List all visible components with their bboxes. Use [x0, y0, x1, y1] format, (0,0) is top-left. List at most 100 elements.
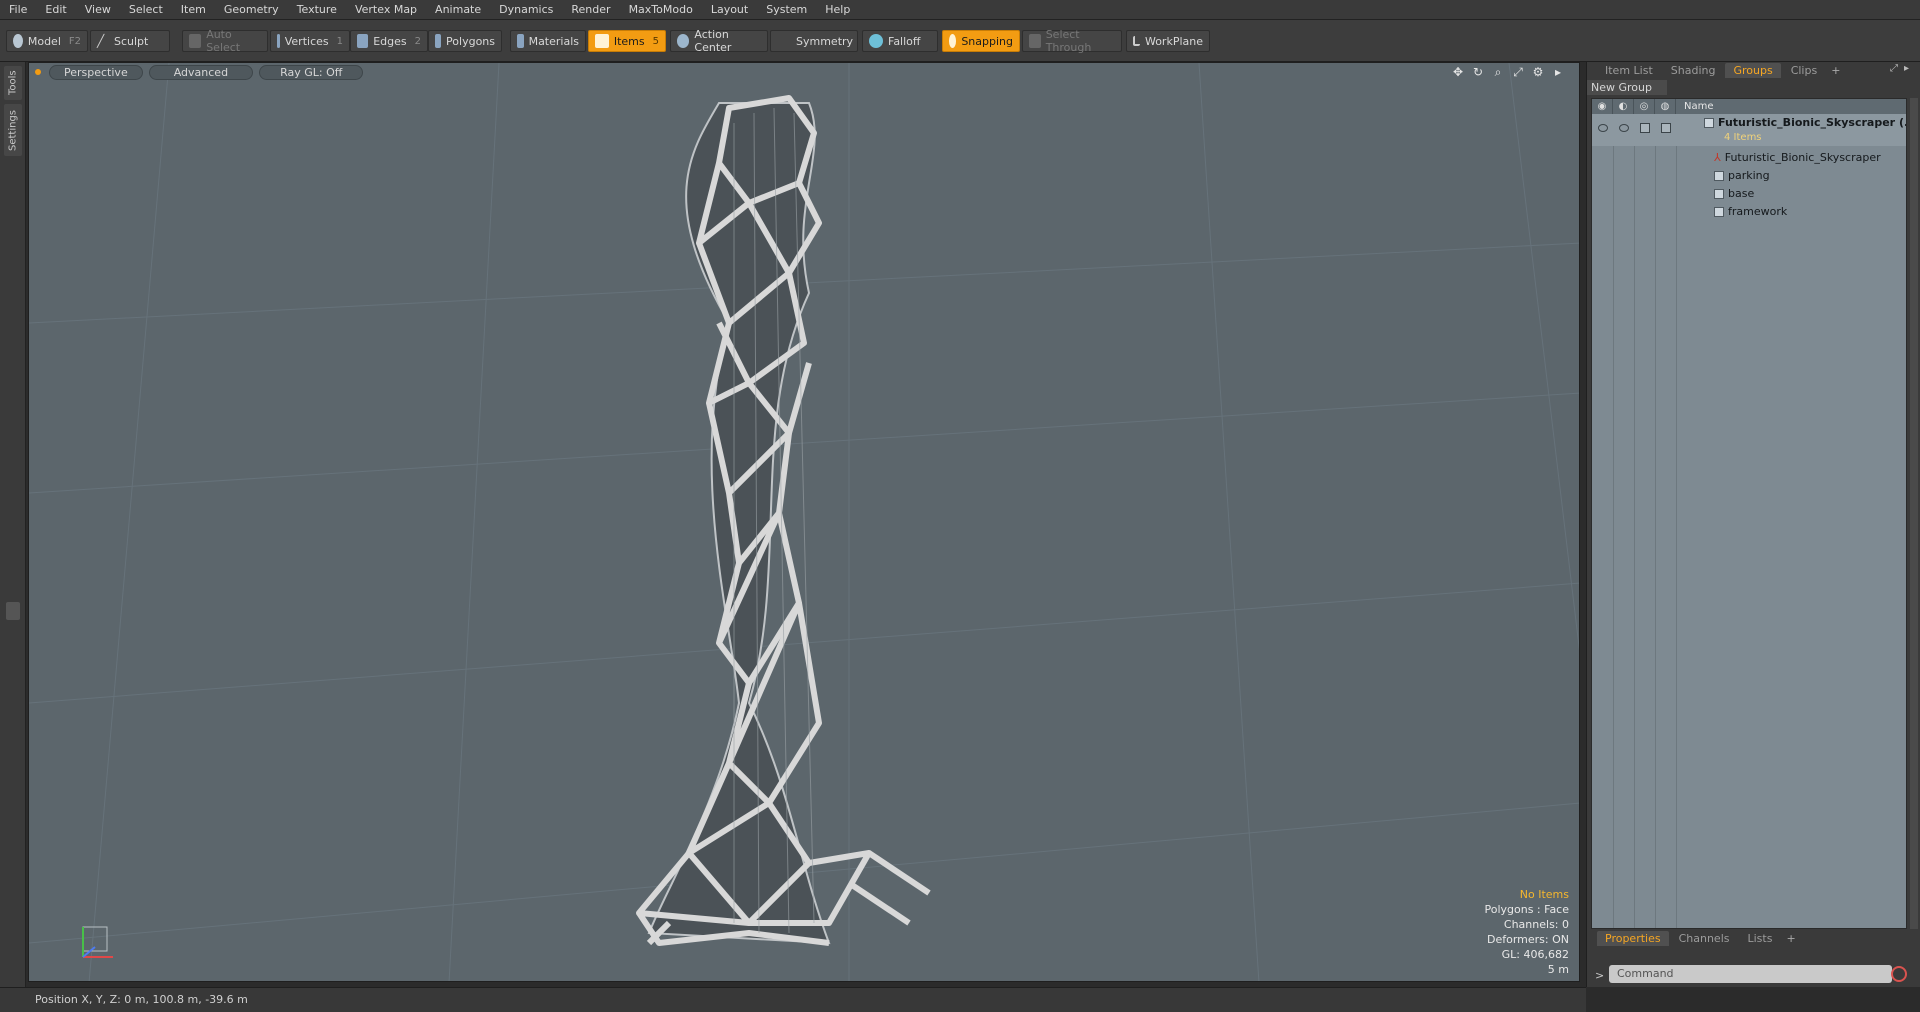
- list-item[interactable]: framework: [1592, 202, 1906, 220]
- auto-select-icon: [189, 34, 202, 48]
- model-mode-button[interactable]: Model F2: [6, 30, 88, 52]
- tab-item-list[interactable]: Item List: [1597, 63, 1661, 78]
- add-bottom-tab-button[interactable]: +: [1782, 931, 1799, 946]
- render-eye-icon[interactable]: [1619, 124, 1629, 132]
- materials-icon: [517, 34, 524, 48]
- skyscraper-model[interactable]: [636, 95, 931, 946]
- new-group-button[interactable]: New Group: [1587, 80, 1667, 95]
- record-icon[interactable]: [1891, 966, 1907, 982]
- left-tool-strip: Tools Settings: [0, 62, 26, 987]
- menu-render[interactable]: Render: [562, 0, 619, 20]
- falloff-button[interactable]: Falloff: [862, 30, 938, 52]
- menu-maxtomodo[interactable]: MaxToModo: [620, 0, 702, 20]
- render-column-icon[interactable]: ◐: [1613, 99, 1634, 114]
- viewport-info-overlay: No Items Polygons : Face Channels: 0 Def…: [1484, 887, 1569, 977]
- select-through-button[interactable]: Select Through: [1022, 28, 1122, 54]
- polygons-icon: [435, 34, 442, 48]
- panel-expand-icon[interactable]: ⤢: [1890, 63, 1902, 75]
- viewport-menu-dot[interactable]: [35, 69, 41, 75]
- menu-layout[interactable]: Layout: [702, 0, 757, 20]
- brush-icon: ╱: [97, 34, 105, 48]
- materials-button[interactable]: Materials: [510, 30, 586, 52]
- tab-clips[interactable]: Clips: [1783, 63, 1826, 78]
- group-item-count: 4 Items: [1724, 132, 1762, 143]
- menu-edit[interactable]: Edit: [36, 0, 75, 20]
- auto-select-button[interactable]: Auto Select: [182, 28, 268, 54]
- group-row[interactable]: Futuristic_Bionic_Skyscraper (... 4 Item…: [1592, 114, 1906, 146]
- zoom-icon[interactable]: ⌕: [1491, 65, 1505, 79]
- tab-groups[interactable]: Groups: [1725, 62, 1781, 78]
- menu-geometry[interactable]: Geometry: [215, 0, 288, 20]
- groups-scrollbar[interactable]: [1910, 98, 1918, 929]
- items-button[interactable]: Items 5: [588, 30, 666, 52]
- menu-system[interactable]: System: [757, 0, 816, 20]
- view-mode-dropdown[interactable]: Perspective: [49, 64, 143, 80]
- items-shortcut: 5: [652, 35, 659, 47]
- select-through-icon: [1029, 34, 1041, 48]
- lock-column-icon[interactable]: ◎: [1634, 99, 1655, 114]
- vertices-button[interactable]: Vertices 1: [270, 30, 350, 52]
- model-label: Model: [27, 34, 61, 48]
- menu-animate[interactable]: Animate: [426, 0, 490, 20]
- 3d-viewport[interactable]: Perspective Advanced Ray GL: Off ✥ ↻ ⌕ ⤢…: [28, 62, 1580, 982]
- tab-lists[interactable]: Lists: [1740, 931, 1781, 946]
- menu-select[interactable]: Select: [120, 0, 172, 20]
- rotate-icon[interactable]: ↻: [1471, 65, 1485, 79]
- pan-icon[interactable]: ✥: [1451, 65, 1465, 79]
- select-column-icon[interactable]: ◍: [1655, 99, 1676, 114]
- polygons-button[interactable]: Polygons: [428, 30, 502, 52]
- tab-channels[interactable]: Channels: [1671, 931, 1738, 946]
- name-column-header[interactable]: Name: [1676, 101, 1714, 112]
- expand-arrow-icon[interactable]: ▸: [1551, 65, 1565, 79]
- shading-mode-dropdown[interactable]: Advanced: [148, 64, 254, 80]
- tools-tab[interactable]: Tools: [4, 66, 22, 100]
- menu-help[interactable]: Help: [816, 0, 859, 20]
- child-label: base: [1714, 187, 1754, 200]
- items-label: Items: [613, 34, 645, 48]
- maximize-icon[interactable]: ⤢: [1511, 65, 1525, 79]
- list-item[interactable]: ⅄ Futuristic_Bionic_Skyscraper: [1592, 148, 1906, 166]
- visibility-column-icon[interactable]: ◉: [1592, 99, 1613, 114]
- list-item[interactable]: parking: [1592, 166, 1906, 184]
- select-checkbox[interactable]: [1661, 123, 1671, 133]
- menu-item[interactable]: Item: [172, 0, 215, 20]
- groups-list-header: ◉ ◐ ◎ ◍ Name: [1592, 99, 1906, 114]
- panel-arrow-icon[interactable]: ▸: [1904, 63, 1916, 75]
- group-cube-icon: [1704, 118, 1714, 128]
- menu-view[interactable]: View: [76, 0, 120, 20]
- child-name: framework: [1728, 204, 1788, 218]
- menu-vertex-map[interactable]: Vertex Map: [346, 0, 426, 20]
- symmetry-button[interactable]: Symmetry: [770, 30, 858, 52]
- group-name-text: Futuristic_Bionic_Skyscraper: [1718, 116, 1896, 129]
- model-shortcut: F2: [68, 35, 81, 47]
- list-item[interactable]: base: [1592, 184, 1906, 202]
- eye-icon[interactable]: [1598, 124, 1608, 132]
- edges-button[interactable]: Edges 2: [350, 30, 428, 52]
- workplane-button[interactable]: WorkPlane: [1126, 30, 1210, 52]
- column-divider: [1634, 114, 1635, 928]
- settings-gear-icon[interactable]: ⚙: [1531, 65, 1545, 79]
- menu-texture[interactable]: Texture: [288, 0, 346, 20]
- action-center-button[interactable]: Action Center: [670, 28, 768, 54]
- snapping-icon: [949, 34, 957, 48]
- menu-file[interactable]: File: [0, 0, 36, 20]
- materials-label: Materials: [528, 34, 579, 48]
- column-divider: [1655, 114, 1656, 928]
- snapping-button[interactable]: Snapping: [942, 30, 1020, 52]
- mesh-icon: [1714, 170, 1724, 181]
- menu-dynamics[interactable]: Dynamics: [490, 0, 562, 20]
- strip-collapse-handle[interactable]: [6, 602, 20, 620]
- settings-tab[interactable]: Settings: [4, 104, 22, 156]
- scale-info: 5 m: [1547, 963, 1569, 976]
- tab-shading[interactable]: Shading: [1663, 63, 1724, 78]
- panel-tabs: Item List Shading Groups Clips +: [1587, 62, 1844, 78]
- raygl-toggle[interactable]: Ray GL: Off: [259, 64, 364, 80]
- add-tab-button[interactable]: +: [1827, 63, 1844, 78]
- command-input[interactable]: Command: [1609, 965, 1892, 983]
- polygons-label: Polygons: [446, 34, 495, 48]
- tab-properties[interactable]: Properties: [1597, 930, 1669, 946]
- snapping-label: Snapping: [961, 34, 1013, 48]
- lock-checkbox[interactable]: [1640, 123, 1650, 133]
- channels-info: Channels: 0: [1503, 918, 1569, 931]
- sculpt-mode-button[interactable]: ╱ Sculpt: [90, 30, 170, 52]
